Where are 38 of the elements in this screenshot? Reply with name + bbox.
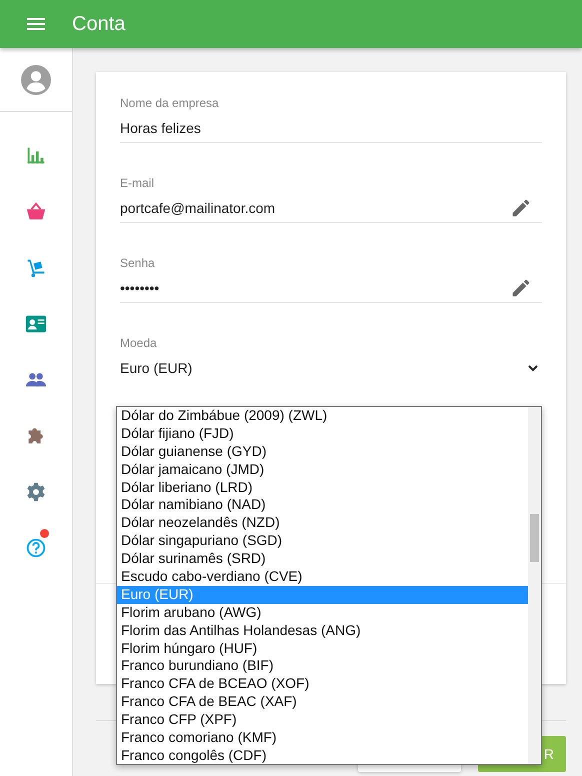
field-label: Nome da empresa <box>120 96 220 111</box>
scrollbar[interactable] <box>528 407 541 764</box>
dropdown-option[interactable]: Dólar surinamês (SRD) <box>117 550 528 568</box>
edit-icon[interactable] <box>510 277 532 299</box>
dropdown-option[interactable]: Dólar namibiano (NAD) <box>117 496 528 514</box>
contact-card-icon[interactable] <box>25 313 47 335</box>
dropdown-option[interactable]: Dólar liberiano (LRD) <box>117 478 528 496</box>
input-field[interactable]: Horas felizes <box>120 114 542 143</box>
help-icon[interactable] <box>25 537 47 559</box>
dropdown-option[interactable]: Escudo cabo-verdiano (CVE) <box>117 568 528 586</box>
dropdown-option[interactable]: Florim húngaro (HUF) <box>117 640 528 658</box>
app-title: Conta <box>72 12 126 36</box>
dropdown-option[interactable]: Dólar jamaicano (JMD) <box>117 460 528 479</box>
avatar-icon[interactable] <box>21 64 51 94</box>
field-label: Moeda <box>120 336 158 351</box>
hand-truck-icon[interactable] <box>25 257 47 279</box>
menu-icon[interactable] <box>27 18 45 30</box>
dropdown-option[interactable]: Franco congolês (CDF) <box>117 746 528 764</box>
field-label: E-mail <box>120 176 156 191</box>
chevron-down-icon <box>528 364 538 372</box>
dropdown-option[interactable]: Dólar guianense (GYD) <box>117 442 528 461</box>
dropdown-option[interactable]: Dólar fijiano (FJD) <box>117 424 528 443</box>
field-label: Senha <box>120 256 156 271</box>
dropdown-option[interactable]: Florim das Antilhas Holandesas (ANG) <box>117 622 528 640</box>
input-field[interactable]: portcafe@mailinator.com <box>120 194 542 223</box>
dropdown-option[interactable]: Franco CFA de BCEAO (XOF) <box>117 675 528 694</box>
dropdown-option[interactable]: Franco CFP (XPF) <box>117 711 528 730</box>
dropdown-option[interactable]: Dólar neozelandês (NZD) <box>117 514 528 532</box>
dropdown-option[interactable]: Florim arubano (AWG) <box>117 604 528 622</box>
settings-icon[interactable] <box>25 481 47 503</box>
dropdown-option[interactable]: Dólar singapuriano (SGD) <box>117 532 528 550</box>
dropdown-option[interactable]: Franco comoriano (KMF) <box>117 729 528 747</box>
dropdown-option[interactable]: Franco CFA de BEAC (XAF) <box>117 693 528 712</box>
dropdown-option[interactable]: Dólar do Zimbábue (2009) (ZWL) <box>117 407 528 425</box>
edit-icon[interactable] <box>510 197 532 219</box>
currency-select[interactable]: Euro (EUR) <box>120 354 542 382</box>
password-field[interactable]: •••••••• <box>120 274 542 303</box>
dropdown-option[interactable]: Franco burundiano (BIF) <box>117 657 528 676</box>
